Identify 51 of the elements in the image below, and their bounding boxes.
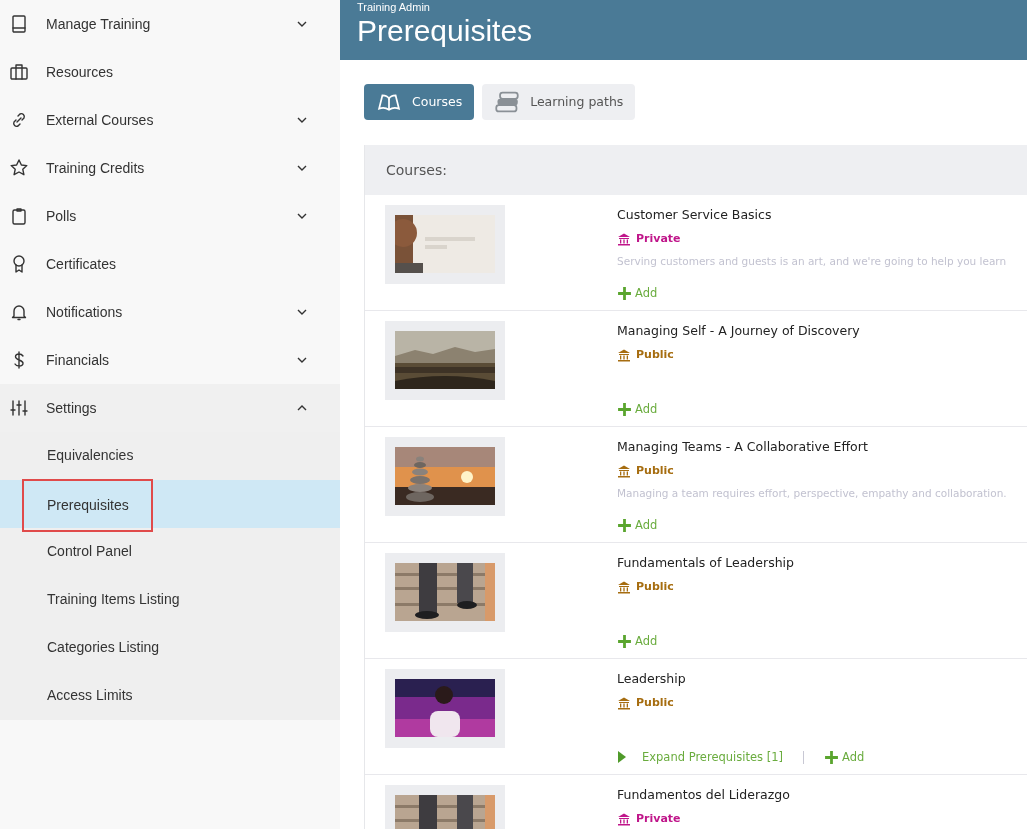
sliders-icon (9, 398, 29, 418)
page-title: Prerequisites (357, 13, 534, 49)
course-title: Fundamentals of Leadership (617, 554, 794, 572)
plus-icon (617, 285, 632, 301)
course-title: Managing Teams - A Collaborative Effort (617, 438, 869, 456)
visibility-label: Public (636, 462, 674, 479)
visibility-label: Public (636, 346, 674, 363)
course-title: Fundamentos del Liderazgo (617, 786, 790, 804)
panel-header: Courses: (365, 145, 1027, 195)
tab[interactable]: Courses (364, 84, 475, 120)
course-title: Managing Self - A Journey of Discovery (617, 322, 860, 340)
sidebar-item[interactable]: Training Credits (0, 144, 340, 192)
submenu-item[interactable]: Control Panel (0, 528, 340, 576)
course-description: Managing a team requires effort, perspective, empathy and collaboration. (617, 486, 1007, 502)
plus-icon (617, 633, 632, 649)
triangle-icon (617, 750, 627, 765)
submenu-item[interactable]: Categories Listing (0, 624, 340, 672)
visibility-label: Private (636, 230, 681, 247)
course-title: Leadership (617, 670, 687, 688)
bank-icon (617, 232, 631, 246)
submenu-item[interactable]: Access Limits (0, 672, 340, 720)
bank-icon (617, 464, 631, 478)
clipboard-icon (9, 206, 29, 226)
plus-icon (824, 749, 839, 765)
visibility-label: Public (636, 578, 674, 595)
sidebar-item[interactable]: Resources (0, 48, 340, 96)
plus-icon (617, 401, 632, 417)
course-title: Customer Service Basics (617, 206, 773, 224)
submenu-item[interactable]: Equivalencies (0, 432, 340, 480)
visibility-label: Public (636, 694, 674, 711)
sidebar-item[interactable]: Certificates (0, 240, 340, 288)
bank-icon (617, 812, 631, 826)
tab[interactable]: Learning paths (482, 84, 636, 120)
star-icon (9, 158, 29, 178)
plus-icon (617, 517, 632, 533)
submenu-item[interactable]: Training Items Listing (0, 576, 340, 624)
book-icon (9, 14, 29, 34)
sidebar-item[interactable]: Notifications (0, 288, 340, 336)
sidebar-item[interactable]: Polls (0, 192, 340, 240)
briefcase-icon (9, 62, 29, 82)
bell-icon (9, 302, 29, 322)
sidebar-item[interactable]: Manage Training (0, 0, 340, 48)
bank-icon (617, 580, 631, 594)
sidebar-item[interactable]: External Courses (0, 96, 340, 144)
course-description: Serving customers and guests is an art, and we're going to help you learn (617, 254, 1007, 270)
bank-icon (617, 696, 631, 710)
visibility-label: Private (636, 810, 681, 827)
bank-icon (617, 348, 631, 362)
breadcrumb-text: Training Admin (357, 0, 431, 13)
sidebar-item[interactable]: Financials (0, 336, 340, 384)
sidebar-item[interactable]: Settings (0, 384, 340, 432)
